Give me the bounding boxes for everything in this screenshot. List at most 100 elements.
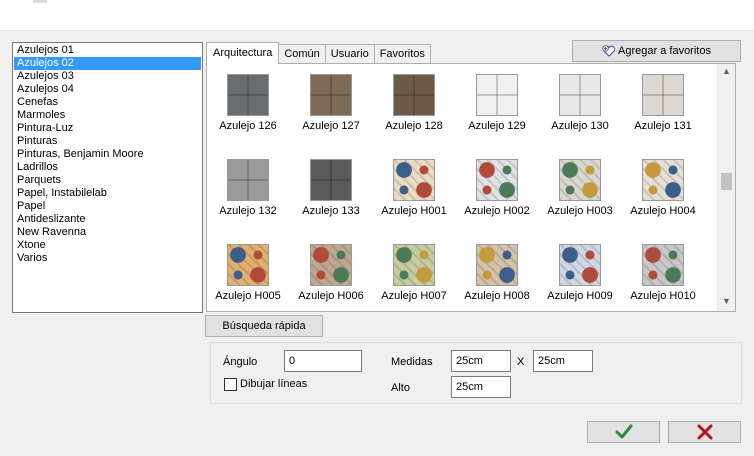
tile-swatch[interactable] <box>310 244 352 286</box>
category-item[interactable]: Cenefas <box>14 96 201 109</box>
tile-item[interactable]: Azulejo H010 <box>622 244 704 302</box>
category-item[interactable]: Azulejos 04 <box>14 83 201 96</box>
tab-usuario[interactable]: Usuario <box>324 44 375 64</box>
tile-label: Azulejo 127 <box>302 120 360 132</box>
scroll-up-icon[interactable]: ▲ <box>718 64 735 81</box>
title-bar <box>0 0 754 31</box>
tile-label: Azulejo 128 <box>385 120 443 132</box>
category-item[interactable]: Marmoles <box>14 109 201 122</box>
category-item[interactable]: Azulejos 03 <box>14 70 201 83</box>
tile-label: Azulejo 126 <box>219 120 277 132</box>
cancel-button[interactable] <box>668 421 741 443</box>
tile-grid: Azulejo 126 Azulejo 127 Azulejo 128 Azulejo… <box>206 63 736 312</box>
properties-panel: Ángulo 0 Dibujar líneas Medidas 25cm X 2… <box>210 342 742 404</box>
tab-strip: Arquitectura Común Usuario Favoritos <box>206 42 431 64</box>
category-item[interactable]: Ladrillos <box>14 161 201 174</box>
tile-swatch[interactable] <box>227 244 269 286</box>
tile-swatch[interactable] <box>227 74 269 116</box>
ok-button[interactable] <box>587 421 660 443</box>
category-item[interactable]: Antideslizante <box>14 213 201 226</box>
category-item[interactable]: Pinturas <box>14 135 201 148</box>
category-item[interactable]: Azulejos 01 <box>14 44 201 57</box>
tile-swatch[interactable] <box>310 74 352 116</box>
tile-item[interactable]: Azulejo H002 <box>456 159 538 217</box>
width-input[interactable]: 25cm <box>451 350 511 372</box>
tile-swatch[interactable] <box>559 74 601 116</box>
tab-arquitectura[interactable]: Arquitectura <box>206 42 280 64</box>
tile-item[interactable]: Azulejo 126 <box>207 74 289 132</box>
tile-label: Azulejo H005 <box>215 290 281 302</box>
category-item[interactable]: New Ravenna <box>14 226 201 239</box>
tile-item[interactable]: Azulejo 133 <box>290 159 372 217</box>
angle-label: Ángulo <box>223 356 258 368</box>
tile-swatch[interactable] <box>476 74 518 116</box>
category-item[interactable]: Varios <box>14 252 201 265</box>
tile-item[interactable]: Azulejo 129 <box>456 74 538 132</box>
times-symbol: X <box>517 356 525 368</box>
tile-swatch[interactable] <box>642 244 684 286</box>
tile-swatch[interactable] <box>559 159 601 201</box>
tile-item[interactable]: Azulejo H003 <box>539 159 621 217</box>
add-to-favorites-label: Agregar a favoritos <box>618 45 711 57</box>
heart-add-icon <box>602 45 616 57</box>
tile-item[interactable]: Azulejo 130 <box>539 74 621 132</box>
category-item[interactable]: Papel <box>14 200 201 213</box>
scroll-down-icon[interactable]: ▼ <box>718 294 735 311</box>
tile-swatch[interactable] <box>476 244 518 286</box>
alto-label: Alto <box>391 382 410 394</box>
tile-item[interactable]: Azulejo H001 <box>373 159 455 217</box>
tile-grid-scrollbar[interactable]: ▲ ▼ <box>717 64 735 311</box>
tile-item[interactable]: Azulejo H008 <box>456 244 538 302</box>
tab-favoritos[interactable]: Favoritos <box>373 44 431 64</box>
tile-item[interactable]: Azulejo 128 <box>373 74 455 132</box>
tile-label: Azulejo H010 <box>630 290 696 302</box>
height-input[interactable]: 25cm <box>533 350 593 372</box>
category-item[interactable]: Xtone <box>14 239 201 252</box>
tile-item[interactable]: Azulejo H009 <box>539 244 621 302</box>
tile-label: Azulejo H009 <box>547 290 613 302</box>
category-item[interactable]: Parquets <box>14 174 201 187</box>
category-item[interactable]: Azulejos 02 <box>14 57 201 70</box>
tile-label: Azulejo 133 <box>302 205 360 217</box>
tile-swatch[interactable] <box>393 74 435 116</box>
tile-label: Azulejo H007 <box>381 290 447 302</box>
title-bar-mark <box>33 0 47 3</box>
angle-input[interactable]: 0 <box>284 350 362 372</box>
alto-input[interactable]: 25cm <box>451 376 511 398</box>
tile-swatch[interactable] <box>642 159 684 201</box>
category-item[interactable]: Papel, Instabilelab <box>14 187 201 200</box>
quick-search-button[interactable]: Búsqueda rápida <box>205 315 323 337</box>
tile-swatch[interactable] <box>476 159 518 201</box>
add-to-favorites-button[interactable]: Agregar a favoritos <box>572 40 741 62</box>
category-item[interactable]: Pinturas, Benjamin Moore <box>14 148 201 161</box>
draw-lines-label: Dibujar líneas <box>240 378 308 390</box>
tile-swatch[interactable] <box>642 74 684 116</box>
tile-label: Azulejo H004 <box>630 205 696 217</box>
category-list[interactable]: Azulejos 01 Azulejos 02 Azulejos 03 Azulejo… <box>12 42 203 313</box>
tile-label: Azulejo H003 <box>547 205 613 217</box>
tile-item[interactable]: Azulejo H006 <box>290 244 372 302</box>
tile-swatch[interactable] <box>310 159 352 201</box>
tile-item[interactable]: Azulejo 132 <box>207 159 289 217</box>
tile-label: Azulejo 129 <box>468 120 526 132</box>
category-item[interactable]: Pintura-Luz <box>14 122 201 135</box>
tile-label: Azulejo H001 <box>381 205 447 217</box>
tile-item[interactable]: Azulejo H007 <box>373 244 455 302</box>
tile-swatch[interactable] <box>393 244 435 286</box>
tile-label: Azulejo H002 <box>464 205 530 217</box>
tile-label: Azulejo 130 <box>551 120 609 132</box>
tab-com-n[interactable]: Común <box>278 44 326 64</box>
tile-swatch[interactable] <box>393 159 435 201</box>
size-label: Medidas <box>391 356 433 368</box>
x-icon <box>697 424 712 440</box>
scroll-thumb[interactable] <box>721 173 732 190</box>
tile-swatch[interactable] <box>559 244 601 286</box>
tile-item[interactable]: Azulejo H005 <box>207 244 289 302</box>
tile-swatch[interactable] <box>227 159 269 201</box>
tile-item[interactable]: Azulejo H004 <box>622 159 704 217</box>
tile-label: Azulejo 132 <box>219 205 277 217</box>
draw-lines-checkbox[interactable] <box>224 378 237 391</box>
tile-label: Azulejo H006 <box>298 290 364 302</box>
tile-item[interactable]: Azulejo 127 <box>290 74 372 132</box>
tile-item[interactable]: Azulejo 131 <box>622 74 704 132</box>
